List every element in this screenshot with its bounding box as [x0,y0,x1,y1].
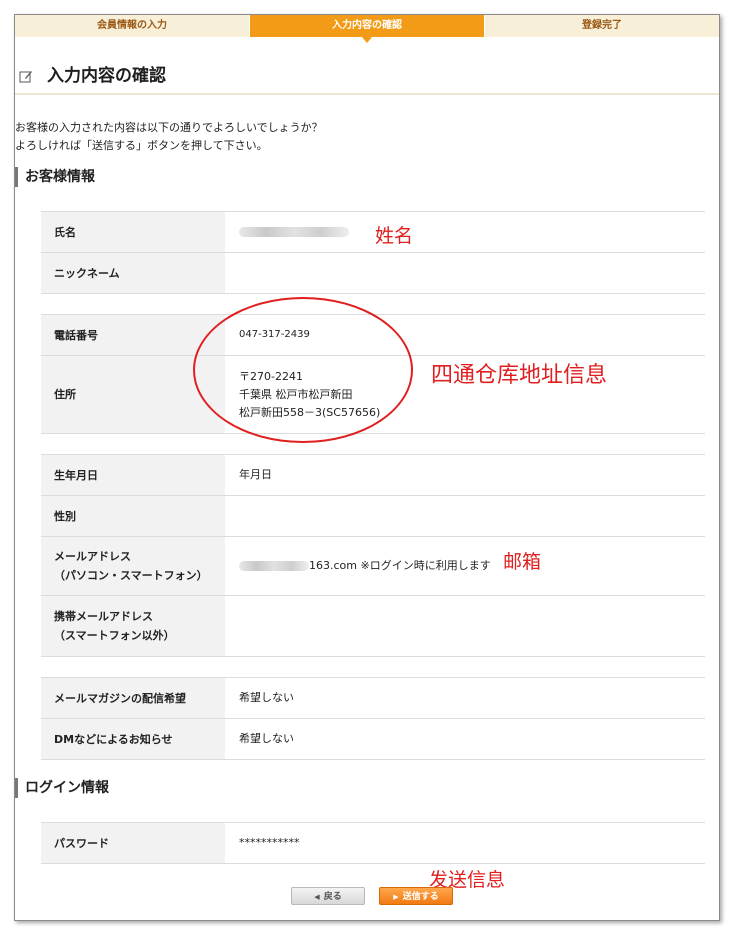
table-row: 性別 [41,496,705,537]
table-row: 携帯メールアドレス （スマートフォン以外） [41,596,705,657]
annotation-address: 四通仓库地址信息 [431,363,608,388]
mobile-email-label: 携帯メールアドレス [54,610,153,623]
magazine-value: 希望しない [239,691,294,704]
send-button[interactable]: ▶ 送信する [379,887,453,905]
email-label-note: （パソコン・スマートフォン） [54,569,208,582]
table-gap [41,294,705,315]
step-confirm: 入力内容の確認 [250,15,484,43]
annotation-name: 姓名 [375,225,414,247]
login-info-table: パスワード *********** [41,822,705,864]
email-text: 163.com ※ログイン時に利用します [309,559,491,572]
step-member-input: 会員情報の入力 [15,15,249,37]
progress-steps: 会員情報の入力 入力内容の確認 登録完了 [15,15,719,43]
table-row: ニックネーム [41,253,705,294]
section-title-customer: お客様情報 [15,167,95,187]
name-value [225,212,705,252]
back-button-label: 戻る [323,892,342,902]
row-label: 生年月日 [41,455,225,495]
arrow-left-icon: ◀ [314,893,320,901]
intro-line: よろしければ「送信する」ボタンを押して下さい。 [15,139,268,152]
mobile-email-value [225,596,705,656]
birthday-value: 年月日 [239,468,272,481]
step-complete: 登録完了 [485,15,719,37]
back-button[interactable]: ◀ 戻る [291,887,365,905]
page-frame: 会員情報の入力 入力内容の確認 登録完了 入力内容の確認 お客様の入力された内容… [14,14,720,921]
send-button-label: 送信する [402,892,439,902]
edit-document-icon [19,71,32,83]
page-header: 入力内容の確認 [15,65,719,95]
row-label: 性別 [41,496,225,536]
row-label: DMなどによるお知らせ [41,719,225,759]
page-title: 入力内容の確認 [47,66,166,86]
intro-line: お客様の入力された内容は以下の通りでよろしいでしょうか？ [15,121,323,134]
table-gap [41,434,705,455]
intro-text: お客様の入力された内容は以下の通りでよろしいでしょうか？ よろしければ「送信する… [15,119,323,155]
mobile-email-label-note: （スマートフォン以外） [54,629,175,642]
row-label: 携帯メールアドレス （スマートフォン以外） [41,596,225,656]
email-label: メールアドレス [54,550,131,563]
table-row: DMなどによるお知らせ 希望しない [41,719,705,760]
section-title-login: ログイン情報 [15,778,109,798]
table-row: メールマガジンの配信希望 希望しない [41,678,705,719]
table-row: パスワード *********** [41,823,705,864]
table-row: メールアドレス （パソコン・スマートフォン） 163.com ※ログイン時に利用… [41,537,705,596]
table-gap [41,657,705,678]
row-label: ニックネーム [41,253,225,293]
email-value: 163.com ※ログイン時に利用します [225,537,705,595]
table-row: 氏名 [41,212,705,253]
row-label: メールマガジンの配信希望 [41,678,225,718]
address-highlight-ellipse [193,297,413,443]
password-value: *********** [239,836,300,849]
row-label: 氏名 [41,212,225,252]
table-row: 生年月日 年月日 [41,455,705,496]
blurred-name [239,227,349,237]
dm-value: 希望しない [239,732,294,745]
blurred-email [239,561,309,571]
row-label: メールアドレス （パソコン・スマートフォン） [41,537,225,595]
customer-info-table: 氏名 ニックネーム 電話番号 047-317-2439 住所 〒270-2241… [41,211,705,760]
row-label: パスワード [41,823,225,863]
arrow-right-icon: ▶ [393,893,399,901]
gender-value [225,496,705,536]
nickname-value [225,253,705,293]
annotation-email: 邮箱 [503,551,542,573]
